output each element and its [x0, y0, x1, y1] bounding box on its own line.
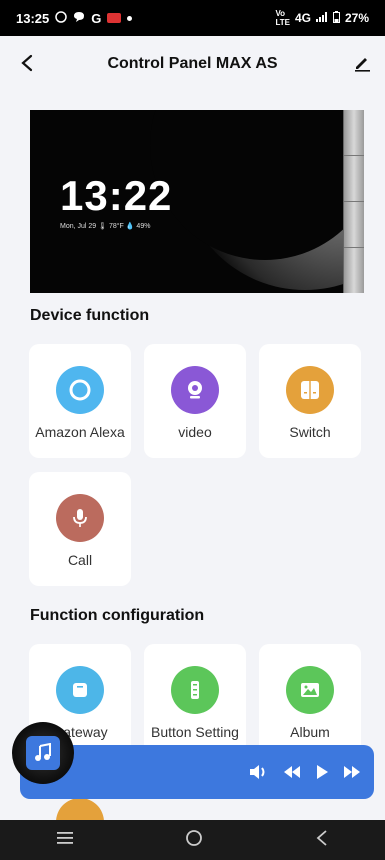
- status-bar: 13:25 G Vo LTE 4G 27%: [0, 0, 385, 36]
- back-icon[interactable]: [315, 829, 329, 852]
- battery-percent: 27%: [344, 11, 369, 25]
- back-arrow-icon: [21, 54, 33, 72]
- rewind-icon[interactable]: [282, 764, 302, 785]
- switch-icon: [286, 366, 334, 414]
- microphone-icon: [56, 494, 104, 542]
- function-configuration-title: Function configuration: [30, 607, 205, 624]
- panel-side-buttons: [343, 110, 364, 293]
- notification-dot: [127, 15, 133, 21]
- album-icon: [286, 666, 334, 714]
- page-title: Control Panel MAX AS: [107, 55, 278, 72]
- status-time: 13:25: [16, 10, 50, 26]
- music-controls: [248, 762, 362, 787]
- tile-amazon-alexa[interactable]: Amazon Alexa: [29, 344, 131, 458]
- camera-icon: [171, 366, 219, 414]
- tile-switch[interactable]: Switch: [259, 344, 361, 458]
- lock-icon: [56, 798, 104, 822]
- volume-icon[interactable]: [248, 762, 270, 787]
- device-clock: 13:22: [60, 172, 173, 219]
- tile-label: Album: [290, 724, 330, 740]
- device-date-info: Mon, Jul 29 🌡 78°F 💧 49%: [60, 223, 151, 230]
- signal-icon: [315, 11, 328, 25]
- chat-icon: [73, 11, 85, 26]
- button-setting-icon: [171, 666, 219, 714]
- tile-video[interactable]: video: [144, 344, 246, 458]
- system-nav-bar: [0, 820, 385, 860]
- device-preview-image: 13:22 Mon, Jul 29 🌡 78°F 💧 49%: [30, 110, 364, 293]
- tile-button-setting[interactable]: Button Setting: [144, 644, 246, 754]
- fast-forward-icon[interactable]: [342, 764, 362, 785]
- music-note-icon: [26, 736, 60, 770]
- tile-label: Button Setting: [151, 724, 239, 740]
- tile-label: Amazon Alexa: [35, 424, 125, 440]
- header: Control Panel MAX AS: [0, 36, 385, 92]
- alexa-icon: [56, 366, 104, 414]
- back-button[interactable]: [14, 50, 40, 76]
- volte-icon: Vo LTE: [275, 9, 290, 27]
- google-icon: G: [91, 10, 102, 26]
- battery-icon: [332, 10, 340, 26]
- device-function-title: Device function: [30, 307, 150, 324]
- music-disc[interactable]: [12, 722, 74, 784]
- play-icon[interactable]: [314, 763, 330, 786]
- tile-call[interactable]: Call: [29, 472, 131, 586]
- edit-button[interactable]: [349, 50, 375, 76]
- app-icon: [107, 11, 122, 26]
- tile-label: video: [178, 424, 212, 440]
- tile-label: Call: [67, 552, 93, 568]
- gateway-icon: [56, 666, 104, 714]
- whatsapp-icon: [55, 10, 67, 26]
- recent-apps-icon[interactable]: [56, 831, 74, 850]
- edit-pencil-icon: [355, 58, 370, 72]
- tile-label: Switch: [289, 424, 331, 440]
- tile-album[interactable]: Album: [259, 644, 361, 754]
- home-icon[interactable]: [185, 829, 203, 852]
- network-label: 4G: [294, 11, 311, 25]
